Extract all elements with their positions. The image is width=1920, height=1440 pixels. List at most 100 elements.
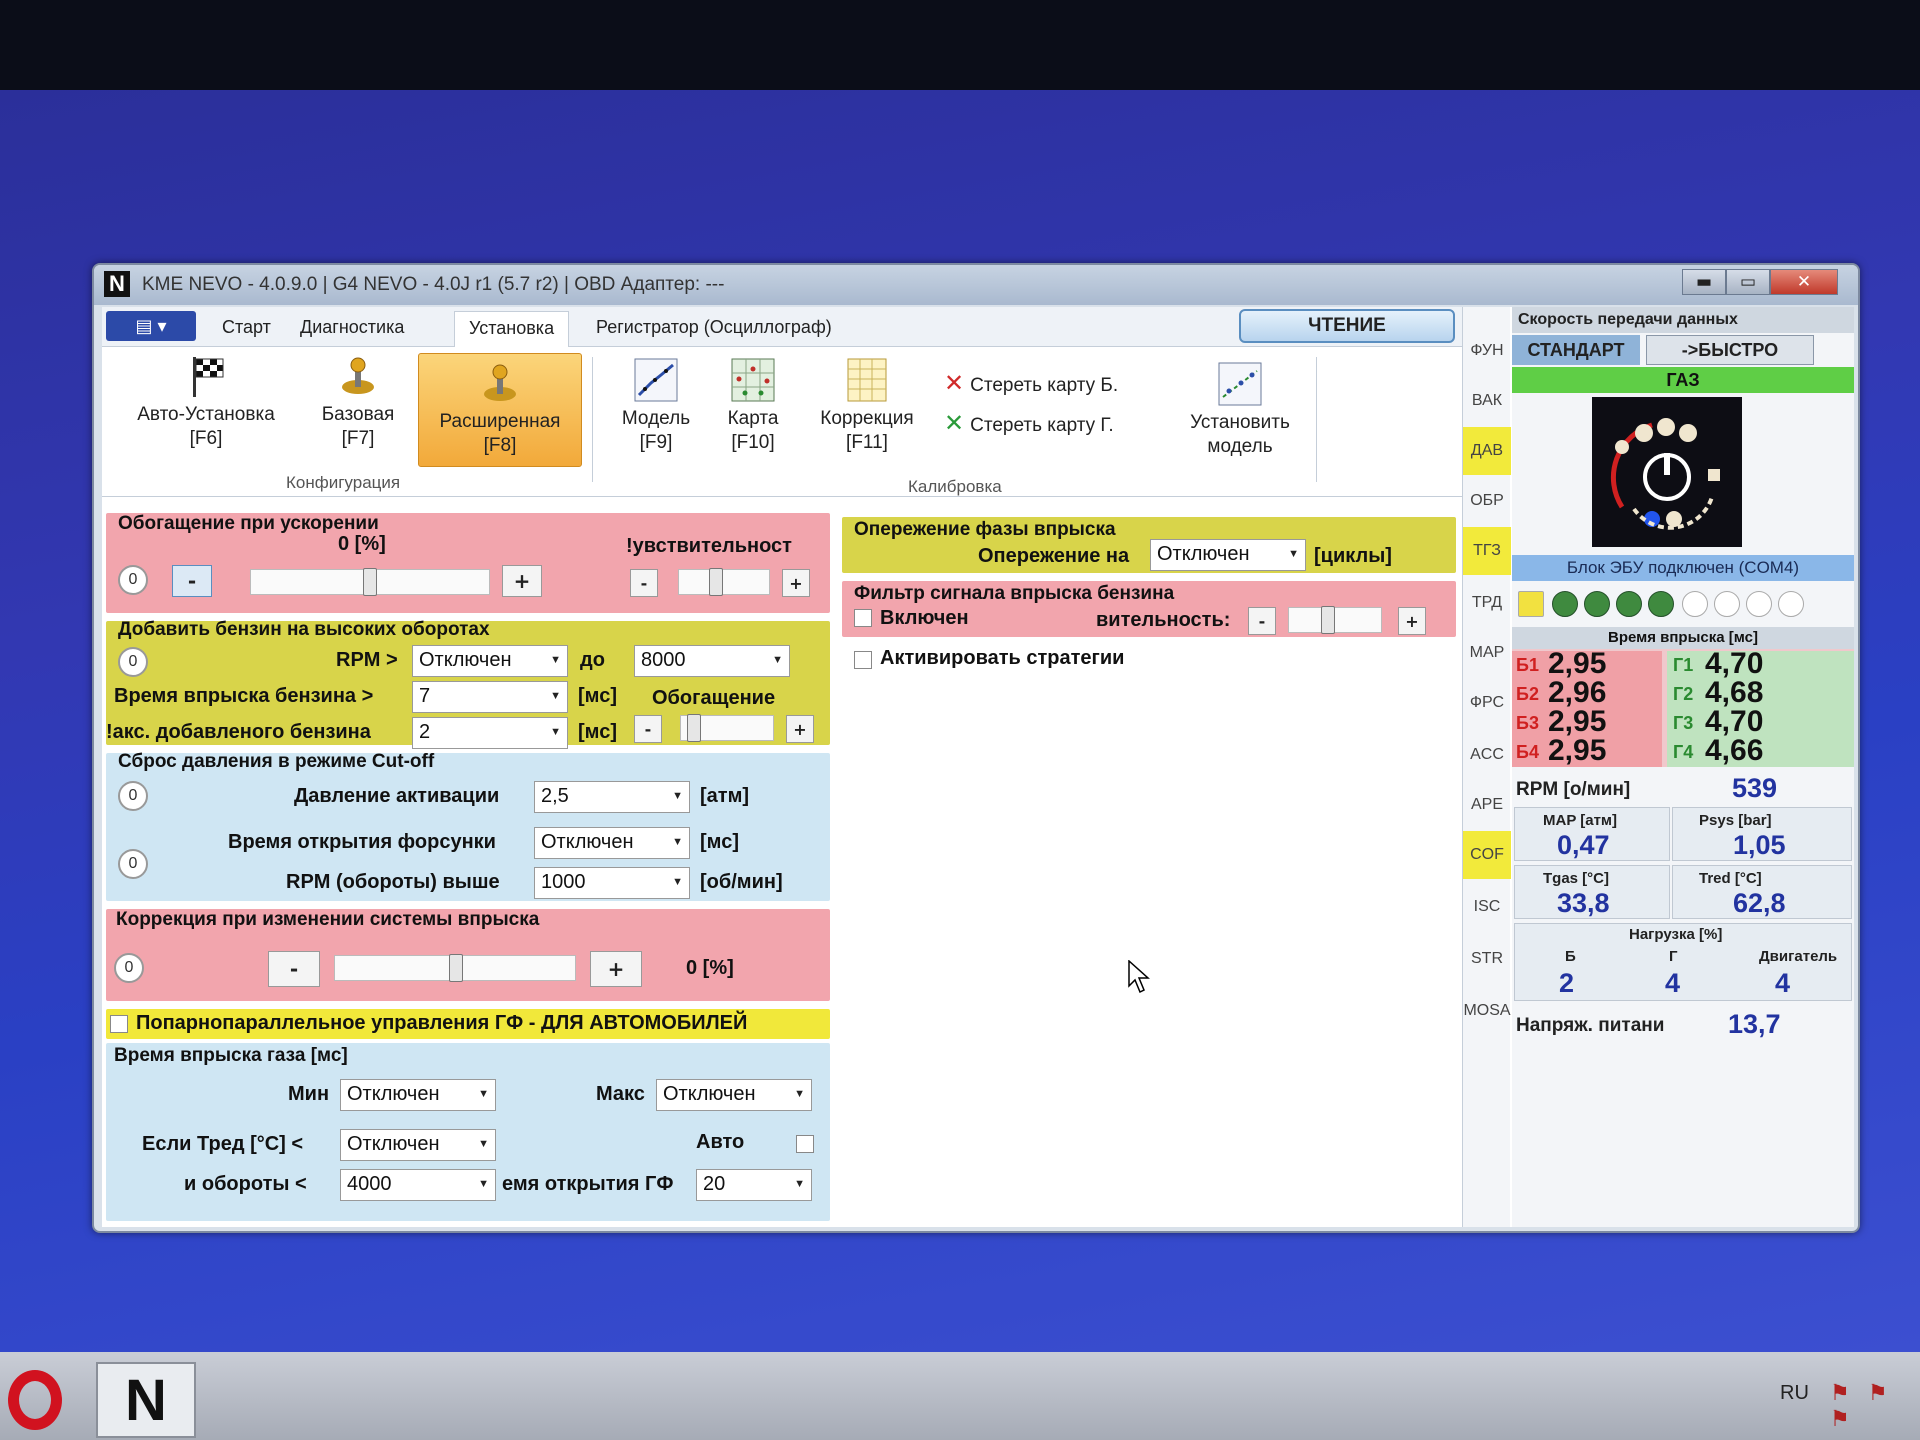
fast-speed-button[interactable]: ->БЫСТРО (1646, 335, 1814, 365)
basic-setup-button[interactable]: Базовая [F7] (308, 353, 408, 463)
minimize-button[interactable]: ▬ (1682, 269, 1726, 295)
erase-gas-map-button[interactable]: ✕ Стереть карту Г. (944, 409, 1114, 438)
inj-correction-plus[interactable]: + (590, 951, 642, 987)
voltage-label: Напряж. питани (1516, 1015, 1665, 1036)
maximize-button[interactable]: ▭ (1726, 269, 1770, 295)
language-indicator[interactable]: RU (1780, 1382, 1809, 1405)
inj-correction-reset[interactable]: 0 (114, 953, 144, 983)
gas-time-title: Время впрыска газа [мс] (114, 1045, 348, 1066)
read-button[interactable]: ЧТЕНИЕ (1239, 309, 1455, 343)
phase-advance-select[interactable]: Отключен (1150, 539, 1306, 571)
vtab-ape[interactable]: APE (1463, 781, 1511, 829)
vtab-vak[interactable]: ВАК (1463, 377, 1511, 425)
gas-switch-dial-icon[interactable] (1592, 397, 1742, 547)
model-label: Модель (621, 408, 691, 429)
set-model-button[interactable]: Установить модель (1170, 361, 1310, 471)
tab-diagnostics[interactable]: Диагностика (300, 317, 404, 338)
vtab-dav[interactable]: ДАВ (1463, 427, 1511, 475)
slider-thumb[interactable] (1321, 606, 1335, 634)
title-bar[interactable]: N KME NEVO - 4.0.9.0 | G4 NEVO - 4.0J r1… (94, 265, 1858, 305)
standard-speed-button[interactable]: СТАНДАРТ (1512, 335, 1640, 365)
petrol-time-select[interactable]: 7 (412, 681, 568, 713)
inj-correction-panel: Коррекция при изменении системы впрыска … (106, 909, 830, 1001)
slider-thumb[interactable] (449, 954, 463, 982)
paired-control-checkbox[interactable] (110, 1015, 128, 1033)
accel-enrich-slider[interactable] (250, 568, 490, 596)
vtab-frs[interactable]: ФРС (1463, 679, 1511, 727)
enrich-slider[interactable] (680, 714, 774, 742)
model-button[interactable]: Модель [F9] (608, 357, 704, 467)
high-rpm-reset[interactable]: 0 (118, 647, 148, 677)
tab-start[interactable]: Старт (222, 317, 271, 338)
vtab-map[interactable]: MAP (1463, 629, 1511, 677)
advanced-setup-button[interactable]: Расширенная [F8] (418, 353, 582, 467)
sensitivity-label: !увствительност (626, 535, 792, 557)
map-button[interactable]: Карта [F10] (708, 357, 798, 467)
inj-correction-minus[interactable]: - (268, 951, 320, 987)
rpm-condition-select[interactable]: 4000 (340, 1169, 496, 1201)
vtab-obr[interactable]: ОБР (1463, 477, 1511, 525)
auto-setup-button[interactable]: Авто-Установка [F6] (116, 353, 296, 463)
high-rpm-to-select[interactable]: 8000 (634, 645, 790, 677)
sensitivity-plus[interactable]: + (782, 569, 810, 597)
inj-correction-slider[interactable] (334, 954, 576, 982)
gf-open-time-select[interactable]: 20 (696, 1169, 812, 1201)
slider-thumb[interactable] (709, 568, 723, 596)
app-menu-button[interactable]: ▤ ▾ (106, 311, 196, 341)
sensitivity-slider[interactable] (678, 568, 770, 596)
opera-icon[interactable] (8, 1370, 62, 1430)
gas-max-select[interactable]: Отключен (656, 1079, 812, 1111)
accel-enrich-minus[interactable]: - (172, 565, 212, 597)
accel-enrich-plus[interactable]: + (502, 565, 542, 597)
warning-led-icon (1518, 591, 1544, 617)
rpm-above-select[interactable]: 1000 (534, 867, 690, 899)
vtab-acc[interactable]: ACC (1463, 731, 1511, 779)
tray-icons[interactable]: ⚑ ⚑ ⚑ (1830, 1380, 1920, 1432)
petrol-filter-slider[interactable] (1288, 606, 1382, 634)
cutoff-reset-2[interactable]: 0 (118, 849, 148, 879)
led-4 (1648, 591, 1674, 617)
accel-enrich-reset[interactable]: 0 (118, 565, 148, 595)
sensitivity-minus[interactable]: - (630, 569, 658, 597)
tab-setup[interactable]: Установка (454, 311, 570, 347)
petrol-filter-title: Фильтр сигнала впрыска бензина (854, 583, 1175, 604)
vtab-tgz[interactable]: ТГЗ (1463, 527, 1511, 575)
gas-tag: Г2 (1673, 684, 1694, 704)
vtab-fun[interactable]: ФУН (1463, 327, 1511, 375)
joystick-icon (342, 357, 374, 394)
enrich-plus[interactable]: + (786, 715, 814, 743)
slider-thumb[interactable] (687, 714, 701, 742)
led-7 (1746, 591, 1772, 617)
erase-petrol-map-button[interactable]: ✕ Стереть карту Б. (944, 369, 1118, 398)
injector-open-select[interactable]: Отключен (534, 827, 690, 859)
high-rpm-rpm-select[interactable]: Отключен (412, 645, 568, 677)
petrol-filter-checkbox[interactable] (854, 609, 872, 627)
enrich-minus[interactable]: - (634, 715, 662, 743)
max-added-select[interactable]: 2 (412, 717, 568, 749)
tred-condition-select[interactable]: Отключен (340, 1129, 496, 1161)
tab-bar: ▤ ▾ Старт Диагностика Установка Регистра… (102, 307, 1462, 347)
nevo-taskbar-button[interactable]: N (96, 1362, 196, 1438)
tab-recorder[interactable]: Регистратор (Осциллограф) (596, 317, 832, 338)
cutoff-reset-1[interactable]: 0 (118, 781, 148, 811)
vtab-str[interactable]: STR (1463, 935, 1511, 983)
gas-tag: Г1 (1673, 655, 1694, 675)
vtab-cof[interactable]: COF (1463, 831, 1511, 879)
auto-label: Авто (696, 1131, 745, 1153)
gas-min-select[interactable]: Отключен (340, 1079, 496, 1111)
correction-button[interactable]: Коррекция [F11] (804, 357, 930, 467)
auto-checkbox[interactable] (796, 1135, 814, 1153)
vtab-mosa[interactable]: MOSA (1463, 987, 1511, 1035)
vtab-trd[interactable]: ТРД (1463, 579, 1511, 627)
slider-thumb[interactable] (363, 568, 377, 596)
inj-correction-title: Коррекция при изменении системы впрыска (116, 909, 540, 930)
petrol-tag: Б2 (1516, 684, 1539, 704)
strategies-checkbox[interactable] (854, 651, 872, 669)
close-button[interactable]: ✕ (1770, 269, 1838, 295)
vtab-isc[interactable]: ISC (1463, 883, 1511, 931)
paired-control-label: Попарнопараллельное управления ГФ - ДЛЯ … (136, 1012, 748, 1034)
petrol-filter-minus[interactable]: - (1248, 607, 1276, 635)
petrol-filter-plus[interactable]: + (1398, 607, 1426, 635)
injection-time-header: Время впрыска [мс] (1512, 627, 1854, 649)
activation-pressure-select[interactable]: 2,5 (534, 781, 690, 813)
